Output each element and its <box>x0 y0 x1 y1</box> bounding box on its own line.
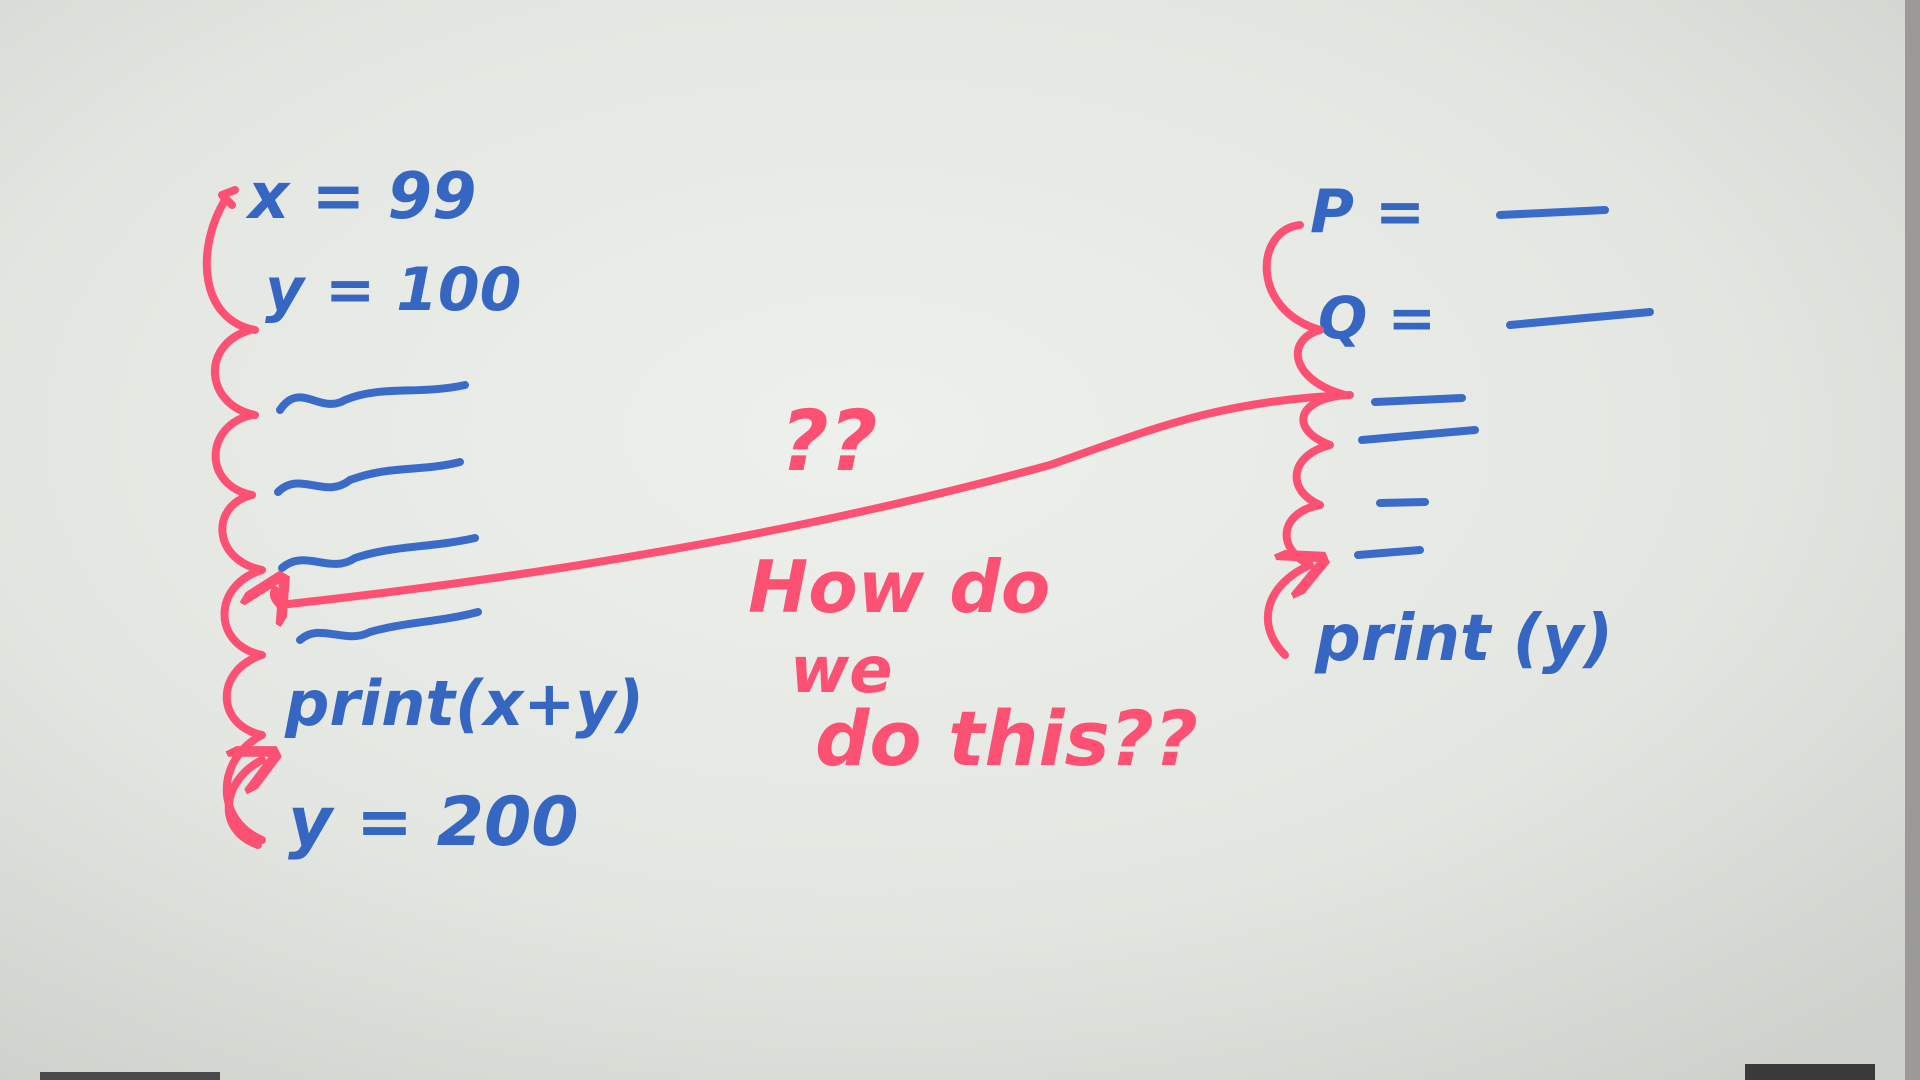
right-dash-1 <box>1371 394 1466 406</box>
question-line-3: do this?? <box>815 694 1198 783</box>
left-line-4: y = 200 <box>288 783 579 862</box>
whiteboard: x = 99 y = 100 print(x+y) y = 200 P = Q … <box>0 0 1920 1080</box>
marker-tray-right <box>1745 1064 1875 1080</box>
left-line-3: print(x+y) <box>284 667 644 740</box>
board-right-edge <box>1905 0 1920 1080</box>
right-line-2: Q = <box>1318 284 1436 352</box>
right-line-3: print (y) <box>1314 602 1613 676</box>
right-dash-4 <box>1354 546 1424 559</box>
right-blank-1 <box>1496 206 1609 219</box>
question-marks: ?? <box>780 392 877 490</box>
question-line-1: How do <box>748 545 1050 629</box>
right-dash-3 <box>1376 498 1429 507</box>
right-line-1: P = <box>1310 177 1425 247</box>
marker-tray-left <box>40 1072 220 1080</box>
left-line-1: x = 99 <box>245 160 477 234</box>
left-line-2: y = 100 <box>265 255 521 325</box>
whiteboard-drawing: x = 99 y = 100 print(x+y) y = 200 P = Q … <box>0 0 1920 1080</box>
